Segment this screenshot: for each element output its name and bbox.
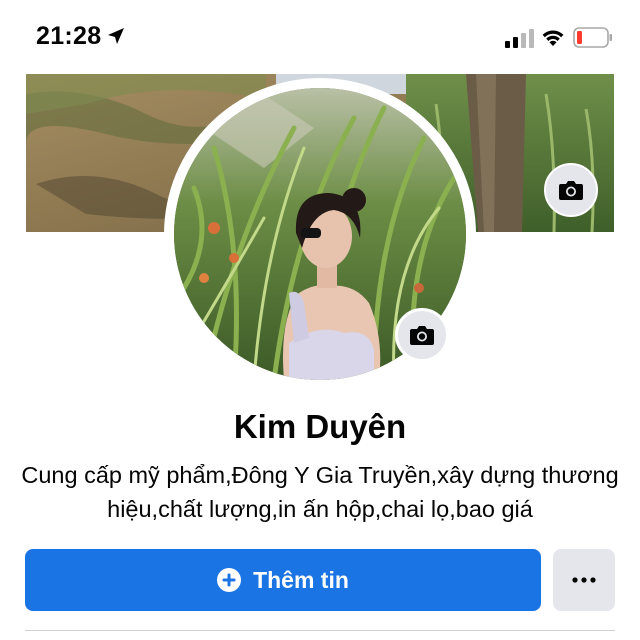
section-divider [25, 630, 615, 631]
more-horizontal-icon [572, 577, 596, 583]
status-bar: 21:28 [0, 0, 640, 74]
avatar-camera-button[interactable] [395, 308, 449, 362]
camera-icon [410, 326, 434, 345]
cover-photo-camera-button[interactable] [544, 163, 598, 217]
add-info-label: Thêm tin [253, 566, 349, 593]
wifi-icon [542, 30, 564, 46]
add-info-button[interactable]: Thêm tin [25, 549, 541, 611]
location-arrow-icon [108, 28, 124, 44]
more-button[interactable] [553, 549, 615, 611]
profile-bio: Cung cấp mỹ phẩm,Đông Y Gia Truyền,xây d… [21, 462, 619, 522]
battery-low-icon [573, 27, 612, 48]
plus-circle-icon [217, 568, 242, 592]
camera-icon [559, 181, 583, 200]
cellular-signal-icon [505, 29, 534, 48]
profile-name: Kim Duyên [233, 408, 407, 445]
status-time: 21:28 [36, 22, 102, 50]
